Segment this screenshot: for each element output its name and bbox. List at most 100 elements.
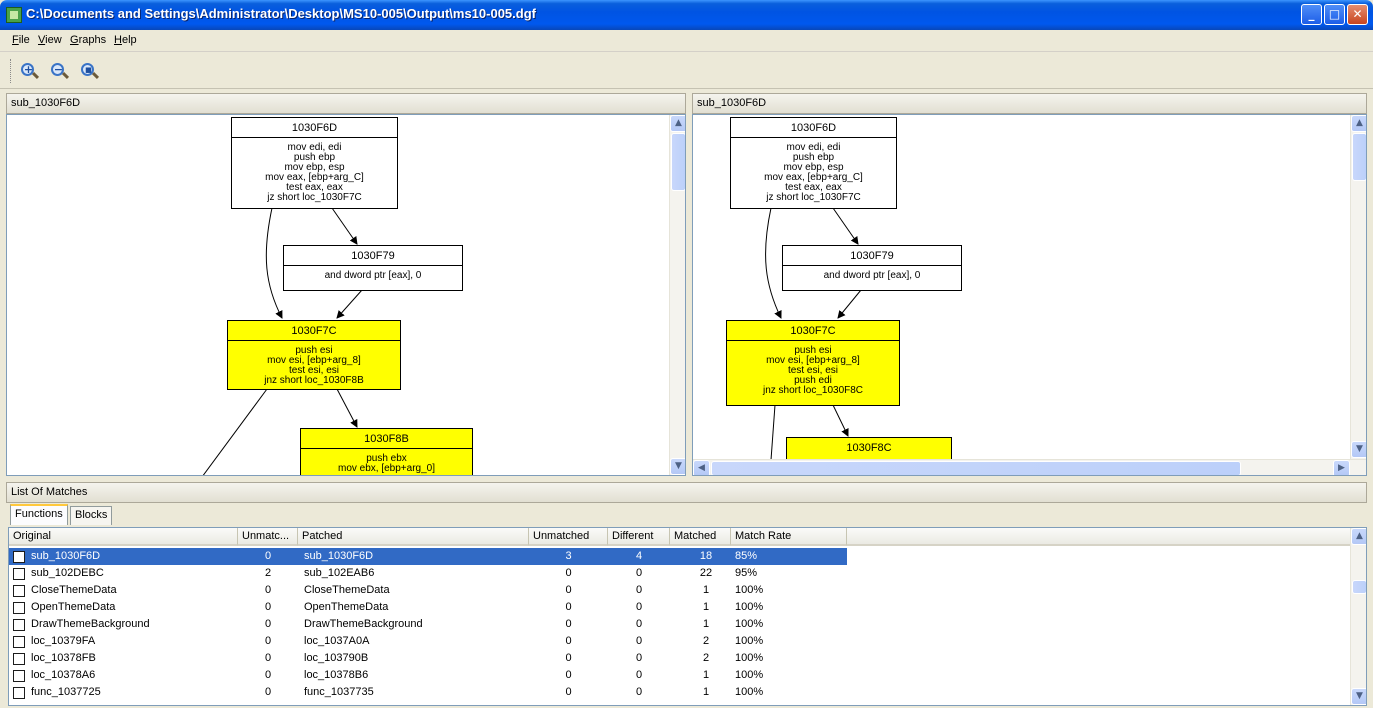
cell-unmatched: 0 xyxy=(565,652,572,664)
column-original[interactable]: Original xyxy=(9,528,238,546)
right-node-1030F7C[interactable]: 1030F7C push esi mov esi, [ebp+arg_8] te… xyxy=(726,320,900,406)
cell-patched: sub_102EAB6 xyxy=(304,567,375,579)
cell-unmatched-orig: 0 xyxy=(264,550,272,562)
left-node-1030F6D[interactable]: 1030F6D mov edi, edi push ebp mov ebp, e… xyxy=(231,117,398,209)
table-row[interactable]: sub_1030F6D 0 sub_1030F6D 3 4 18 85% xyxy=(9,548,847,565)
right-graph-view[interactable]: 1030F6D mov edi, edi push ebp mov ebp, e… xyxy=(692,114,1367,476)
zoom-in-button[interactable]: + xyxy=(20,62,40,82)
table-row[interactable]: loc_10379FA 0 loc_1037A0A 0 0 2 100% xyxy=(9,633,847,650)
cell-matched: 2 xyxy=(702,652,710,664)
cell-matched: 1 xyxy=(702,601,710,613)
row-checkbox[interactable] xyxy=(13,687,25,699)
row-checkbox[interactable] xyxy=(13,636,25,648)
scroll-thumb[interactable] xyxy=(711,461,1241,475)
node-address: 1030F6D xyxy=(731,118,896,138)
cell-unmatched: 0 xyxy=(565,686,572,698)
tab-functions[interactable]: Functions xyxy=(10,504,68,525)
cell-rate: 100% xyxy=(735,584,764,596)
cell-patched: sub_1030F6D xyxy=(304,550,374,562)
left-graph-view[interactable]: 1030F6D mov edi, edi push ebp mov ebp, e… xyxy=(6,114,686,476)
row-checkbox[interactable] xyxy=(13,568,25,580)
minimize-button[interactable]: _ xyxy=(1301,4,1322,25)
cell-patched: OpenThemeData xyxy=(304,601,389,613)
column-unmatched-original[interactable]: Unmatc... xyxy=(238,528,298,546)
scroll-down-button[interactable]: ▼ xyxy=(1351,441,1366,458)
column-patched[interactable]: Patched xyxy=(298,528,529,546)
edge xyxy=(832,404,849,437)
left-node-1030F79[interactable]: 1030F79 and dword ptr [eax], 0 xyxy=(283,245,463,291)
left-node-1030F7C[interactable]: 1030F7C push esi mov esi, [ebp+arg_8] te… xyxy=(227,320,401,390)
close-button[interactable]: ✕ xyxy=(1347,4,1368,25)
row-checkbox[interactable] xyxy=(13,653,25,665)
row-checkbox[interactable] xyxy=(13,670,25,682)
window-title: C:\Documents and Settings\Administrator\… xyxy=(26,6,536,21)
right-horizontal-scrollbar[interactable]: ◀ ▶ xyxy=(693,459,1366,475)
menu-help[interactable]: Help xyxy=(114,34,137,46)
edge xyxy=(832,207,859,245)
node-address: 1030F8B xyxy=(301,429,472,449)
left-node-1030F8B[interactable]: 1030F8B push ebx mov ebx, [ebp+arg_0] xyxy=(300,428,473,475)
cell-unmatched-orig: 0 xyxy=(264,601,272,613)
node-instructions: mov edi, edi push ebp mov ebp, esp mov e… xyxy=(764,142,863,203)
column-different[interactable]: Different xyxy=(608,528,670,546)
title-bar[interactable]: C:\Documents and Settings\Administrator\… xyxy=(0,0,1373,30)
right-vertical-scrollbar[interactable]: ▲ ▼ xyxy=(1350,115,1366,459)
left-vertical-scrollbar[interactable]: ▲ ▼ xyxy=(669,115,685,475)
scroll-thumb[interactable] xyxy=(671,133,685,191)
menu-view[interactable]: View xyxy=(38,34,62,46)
matches-table[interactable]: Original Unmatc... Patched Unmatched Dif… xyxy=(8,527,1367,706)
cell-unmatched: 0 xyxy=(565,618,572,630)
table-row[interactable]: DrawThemeBackground 0 DrawThemeBackground 0… xyxy=(9,616,847,633)
scroll-left-button[interactable]: ◀ xyxy=(693,460,710,475)
right-node-1030F8C[interactable]: 1030F8C xyxy=(786,437,952,461)
cell-different: 0 xyxy=(635,567,643,579)
toolbar-grip[interactable] xyxy=(10,59,12,83)
table-row[interactable]: sub_102DEBC 2 sub_102EAB6 0 0 22 95% xyxy=(9,565,847,582)
scroll-down-button[interactable]: ▼ xyxy=(670,458,685,475)
zoom-fit-button[interactable]: ▪ xyxy=(80,62,100,82)
cell-different: 0 xyxy=(635,584,643,596)
table-row[interactable]: CloseThemeData 0 CloseThemeData 0 0 1 100% xyxy=(9,582,847,599)
scroll-up-button[interactable]: ▲ xyxy=(1351,115,1366,132)
cell-rate: 100% xyxy=(735,601,764,613)
scroll-right-button[interactable]: ▶ xyxy=(1333,460,1350,475)
row-checkbox[interactable] xyxy=(13,619,25,631)
column-unmatched[interactable]: Unmatched xyxy=(529,528,608,546)
table-row[interactable]: loc_10378A6 0 loc_10378B6 0 0 1 100% xyxy=(9,667,847,684)
scroll-up-button[interactable]: ▲ xyxy=(670,115,685,132)
column-matched[interactable]: Matched xyxy=(670,528,731,546)
scroll-up-button[interactable]: ▲ xyxy=(1351,528,1366,545)
table-row[interactable]: loc_10378FB 0 loc_103790B 0 0 2 100% xyxy=(9,650,847,667)
menu-graphs[interactable]: Graphs xyxy=(70,34,106,46)
cell-original: sub_1030F6D xyxy=(31,550,101,562)
right-pane-header: sub_1030F6D xyxy=(692,93,1367,114)
cell-different: 4 xyxy=(635,550,643,562)
cell-unmatched-orig: 0 xyxy=(264,618,272,630)
table-row[interactable]: func_1037725 0 func_1037735 0 0 1 100% xyxy=(9,684,847,701)
table-row[interactable]: OpenThemeData 0 OpenThemeData 0 0 1 100% xyxy=(9,599,847,616)
right-node-1030F6D[interactable]: 1030F6D mov edi, edi push ebp mov ebp, e… xyxy=(730,117,897,209)
cell-matched: 2 xyxy=(702,635,710,647)
maximize-button[interactable]: □ xyxy=(1324,4,1345,25)
node-address: 1030F6D xyxy=(232,118,397,138)
scroll-thumb[interactable] xyxy=(1352,580,1366,594)
cell-rate: 100% xyxy=(735,618,764,630)
column-match-rate[interactable]: Match Rate xyxy=(731,528,847,546)
cell-patched: DrawThemeBackground xyxy=(304,618,423,630)
row-checkbox[interactable] xyxy=(13,585,25,597)
menu-file[interactable]: File xyxy=(12,34,30,46)
row-checkbox[interactable] xyxy=(13,602,25,614)
scroll-down-button[interactable]: ▼ xyxy=(1351,688,1366,705)
edge xyxy=(336,388,358,428)
row-checkbox[interactable] xyxy=(13,551,25,563)
cell-matched: 1 xyxy=(702,669,710,681)
right-node-1030F79[interactable]: 1030F79 and dword ptr [eax], 0 xyxy=(782,245,962,291)
cell-different: 0 xyxy=(635,669,643,681)
zoom-out-button[interactable]: − xyxy=(50,62,70,82)
cell-rate: 100% xyxy=(735,686,764,698)
tab-blocks[interactable]: Blocks xyxy=(70,506,113,525)
matches-vertical-scrollbar[interactable]: ▲ ▼ xyxy=(1350,528,1366,705)
cell-patched: loc_1037A0A xyxy=(304,635,370,647)
left-pane-header: sub_1030F6D xyxy=(6,93,686,114)
scroll-thumb[interactable] xyxy=(1352,133,1366,181)
